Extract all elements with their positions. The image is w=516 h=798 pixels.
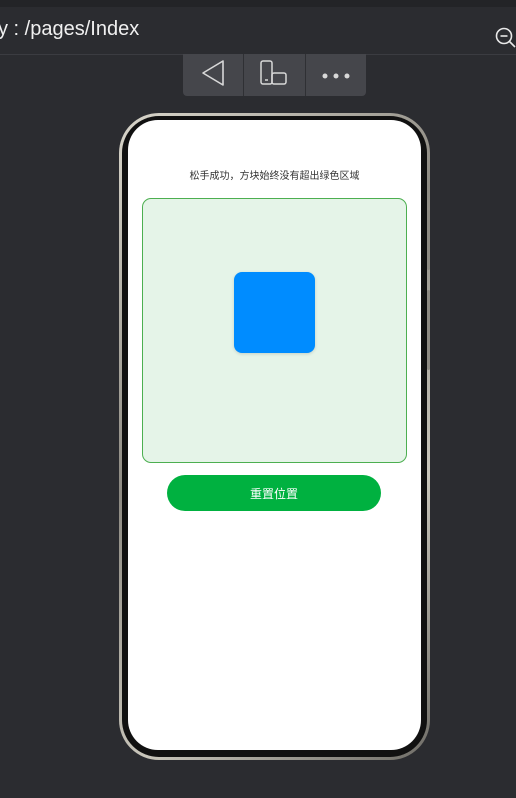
- more-dots-icon: [321, 66, 351, 85]
- top-strip: [0, 0, 516, 7]
- rotate-device-button[interactable]: [244, 54, 306, 96]
- previewer-header: y : /pages/Index: [0, 7, 516, 55]
- device-screen: 松手成功，方块始终没有超出绿色区域 重置位置: [128, 120, 421, 750]
- draggable-block[interactable]: [234, 272, 315, 353]
- phone-side-button: [427, 210, 430, 270]
- reset-position-button[interactable]: 重置位置: [167, 475, 381, 511]
- back-button[interactable]: [183, 54, 245, 96]
- device-toolbar: [183, 54, 366, 96]
- green-drop-zone: [142, 198, 407, 463]
- device-rotate-icon: [258, 59, 290, 91]
- back-triangle-icon: [200, 59, 226, 91]
- status-message: 松手成功，方块始终没有超出绿色区域: [189, 171, 360, 182]
- phone-side-button: [427, 290, 430, 370]
- page-path-title: y : /pages/Index: [0, 18, 140, 40]
- zoom-out-icon[interactable]: [495, 27, 516, 48]
- more-button[interactable]: [306, 54, 366, 96]
